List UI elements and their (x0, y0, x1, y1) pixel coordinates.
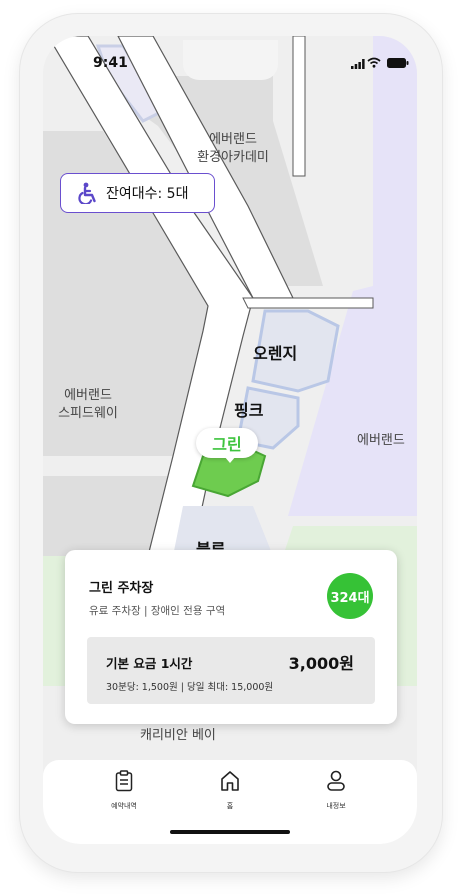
lot-label-green: 그린 (212, 435, 242, 454)
fee-amount: 3,000원 (288, 654, 354, 673)
lot-label-pink[interactable]: 핑크 (234, 397, 263, 421)
status-bar: 9:41 (43, 36, 417, 84)
tab-my-info[interactable]: 내정보 (291, 770, 381, 811)
wifi-icon (367, 57, 381, 68)
wheelchair-icon (78, 182, 96, 204)
clipboard-icon (115, 770, 133, 792)
tab-reservations[interactable]: 예약내역 (79, 770, 169, 811)
lot-callout-green[interactable]: 그린 (196, 428, 258, 458)
fee-detail: 30분당: 1,500원 | 당일 최대: 15,000원 (106, 682, 274, 693)
map-label-everland: 에버랜드 (357, 433, 405, 448)
status-time: 9:41 (93, 55, 128, 71)
lot-label-orange[interactable]: 오렌지 (253, 340, 297, 364)
battery-icon (387, 58, 409, 68)
fee-label: 기본 요금 1시간 (106, 656, 193, 671)
lot-title: 그린 주차장 (89, 581, 154, 596)
academy-label-line1: 에버랜드 (209, 132, 257, 147)
road-cross (242, 297, 374, 309)
academy-label-line2: 환경아카데미 (197, 150, 269, 165)
notch (183, 40, 278, 80)
speedway-label-line2: 스피드웨이 (58, 406, 118, 421)
available-count-badge: 324대 (327, 573, 373, 619)
lot-info-card[interactable]: 그린 주차장 유료 주차장 | 장애인 전용 구역 324대 기본 요금 1시간… (65, 550, 397, 724)
fee-box: 기본 요금 1시간 3,000원 30분당: 1,500원 | 당일 최대: 1… (87, 637, 375, 704)
speedway-label-line1: 에버랜드 (64, 388, 112, 403)
tab-label-home: 홈 (226, 802, 234, 810)
lot-subtitle: 유료 주차장 | 장애인 전용 구역 (89, 605, 226, 617)
home-icon (221, 771, 239, 791)
accessible-spots-badge[interactable]: 잔여대수: 5대 (60, 173, 215, 213)
accessible-spots-text: 잔여대수: 5대 (106, 186, 189, 202)
map-label-speedway: 에버랜드 스피드웨이 (48, 387, 128, 423)
map-label-academy: 에버랜드 환경아카데미 (183, 131, 283, 167)
tab-label-my-info: 내정보 (326, 802, 346, 810)
map-label-caribbean-bay: 캐리비안 베이 (140, 728, 216, 743)
tab-home[interactable]: 홈 (185, 770, 275, 811)
app-screen: 에버랜드 환경아카데미 에버랜드 스피드웨이 에버랜드 캐리비안 베이 오렌지 … (43, 36, 417, 844)
cellular-signal-icon (351, 59, 365, 69)
callout-pointer (224, 456, 236, 463)
home-indicator[interactable] (170, 830, 290, 834)
tab-label-reservations: 예약내역 (111, 802, 137, 810)
user-icon (327, 770, 345, 791)
